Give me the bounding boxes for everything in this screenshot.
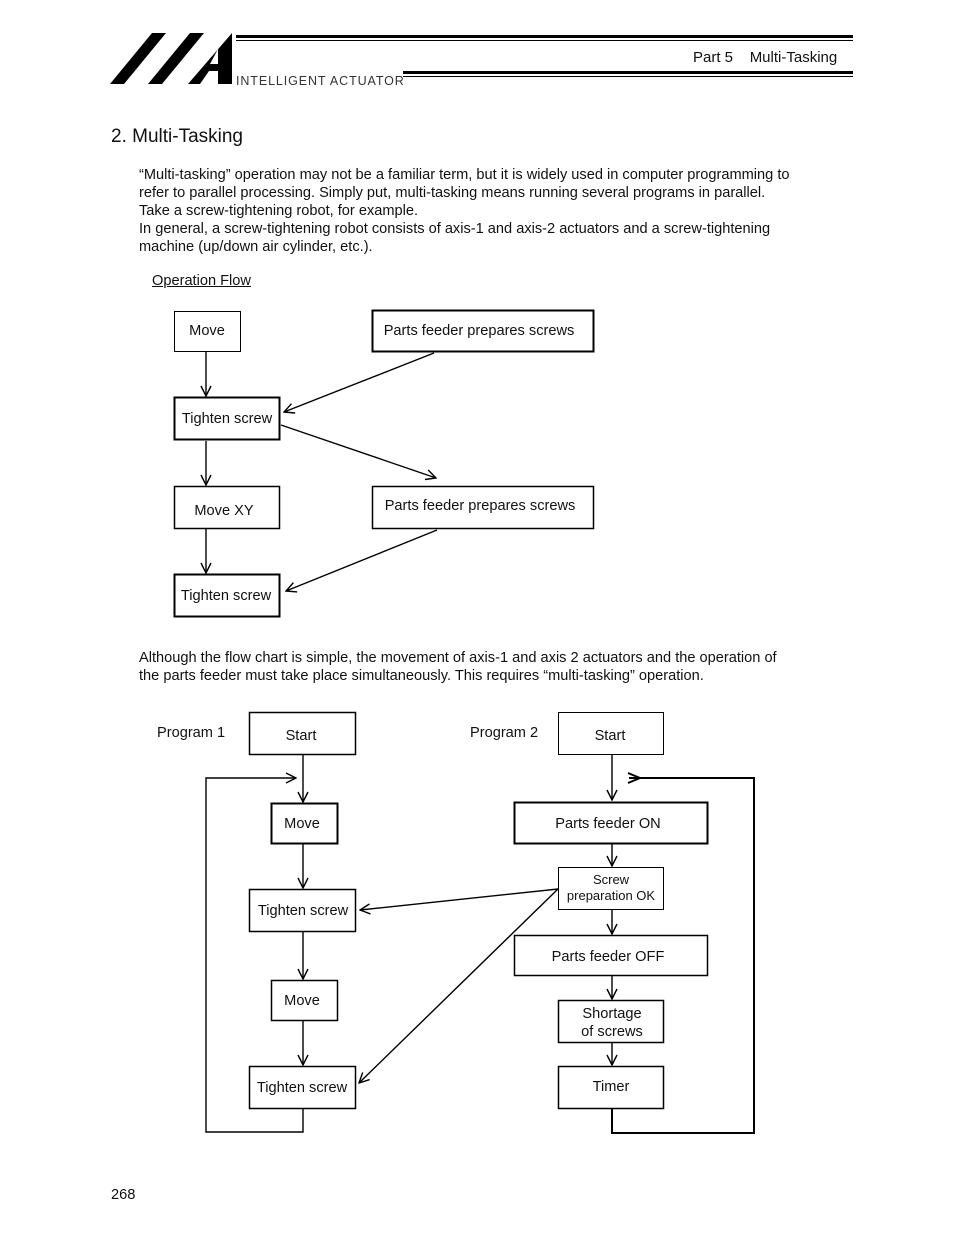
p2-label-parts-feeder-off: Parts feeder OFF: [552, 949, 665, 965]
operation-flow-chart: [173, 309, 595, 618]
flow-arrow-feeder2-to-tighten: [286, 529, 438, 591]
p2-label-timer: Timer: [593, 1079, 630, 1095]
flow-label-move: Move: [189, 323, 225, 339]
p1-label-tighten-screw-1: Tighten screw: [258, 903, 349, 919]
cross-arrow-prep-to-tighten-1: [360, 888, 559, 910]
page-number: 268: [111, 1187, 136, 1203]
p2-label-screw: Screw: [593, 872, 630, 887]
p2-label-start: Start: [595, 728, 626, 744]
flow-label-move-xy: Move XY: [194, 503, 253, 519]
flow-label-tighten-screw-1: Tighten screw: [182, 411, 273, 427]
flow-label-parts-feeder-2: Parts feeder prepares screws: [385, 498, 576, 514]
program2-label: Program 2: [470, 725, 538, 741]
p2-label-parts-feeder-on: Parts feeder ON: [555, 816, 660, 832]
program2-chart: [359, 712, 755, 1134]
program1-labels: Program 1 Start Move Tighten screw Move …: [157, 725, 349, 1096]
program1-label: Program 1: [157, 725, 225, 741]
program1-chart: [205, 711, 357, 1133]
flow-arrow-tighten-to-feeder2: [280, 424, 436, 478]
p2-label-shortage: Shortage: [582, 1006, 641, 1022]
p1-label-move-1: Move: [284, 816, 320, 832]
p2-label-preparation-ok: preparation OK: [567, 888, 655, 903]
p2-label-of-screws: of screws: [581, 1024, 643, 1040]
flow-label-tighten-screw-2: Tighten screw: [181, 588, 272, 604]
flow-arrow-feeder1-to-tighten: [284, 352, 435, 412]
p1-label-start: Start: [286, 728, 317, 744]
cross-arrow-prep-to-tighten-2: [359, 888, 559, 1083]
p1-label-move-2: Move: [284, 993, 320, 1009]
flow-label-parts-feeder-1: Parts feeder prepares screws: [384, 323, 575, 339]
flow-diagrams: Move Tighten screw Move XY Tighten screw…: [157, 309, 755, 1134]
p1-label-tighten-screw-2: Tighten screw: [257, 1080, 348, 1096]
operation-flow-labels: Move Tighten screw Move XY Tighten screw…: [181, 323, 575, 604]
